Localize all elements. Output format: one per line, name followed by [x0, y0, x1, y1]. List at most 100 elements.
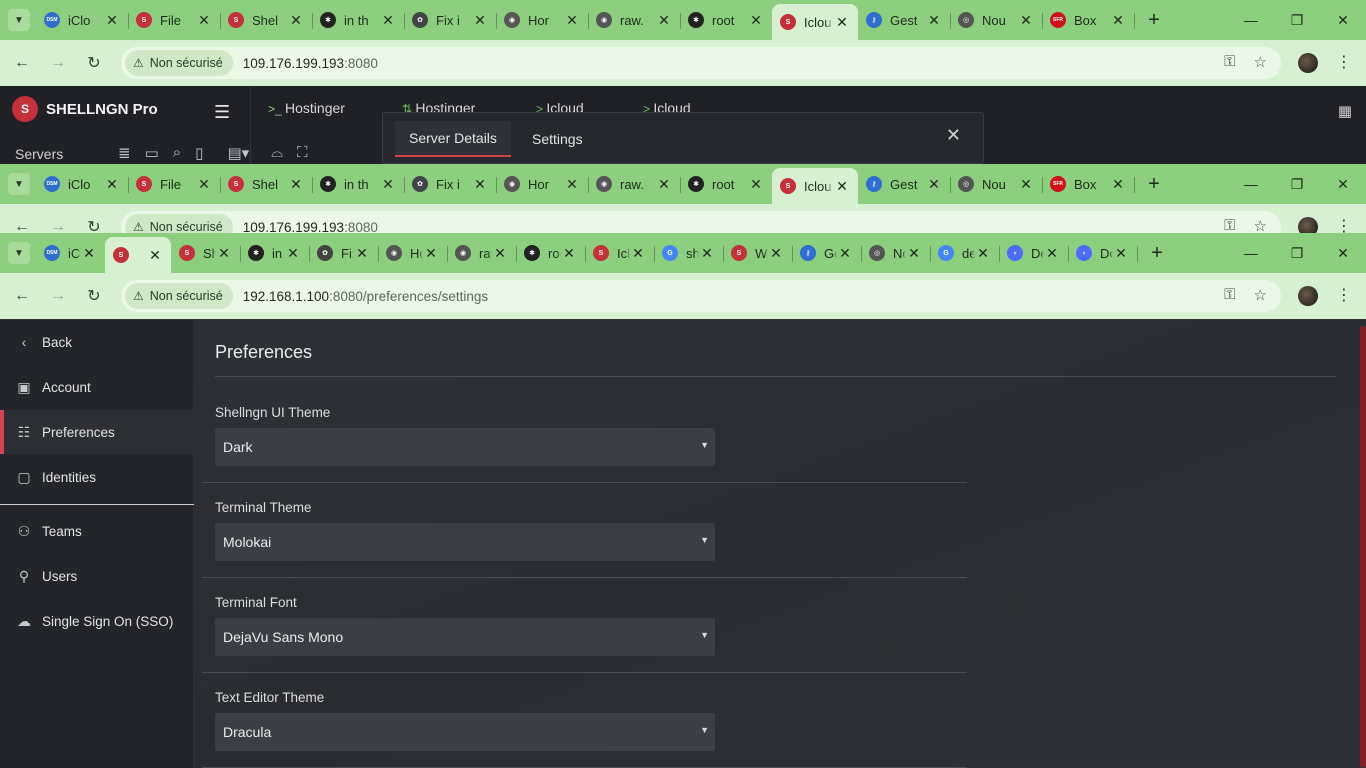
search-icon[interactable]: ⌕	[173, 144, 181, 162]
bookmark-star-icon[interactable]: ☆	[1254, 286, 1267, 304]
security-chip[interactable]: ⚠ Non sécurisé	[125, 214, 233, 234]
terminal-theme-select[interactable]: Molokai ▼	[215, 523, 715, 561]
bookmark-star-icon[interactable]: ☆	[1254, 53, 1267, 71]
tab-close-icon[interactable]: ✕	[1110, 12, 1126, 29]
tab-close-icon[interactable]: ✕	[561, 245, 577, 262]
back-arrow-icon[interactable]: ←	[4, 287, 40, 305]
tab-close-icon[interactable]: ✕	[837, 245, 853, 262]
grid-view-icon[interactable]: ▦	[1338, 102, 1352, 120]
tab-close-icon[interactable]: ✕	[656, 176, 672, 193]
tab-close-icon[interactable]: ✕	[1110, 176, 1126, 193]
tab-close-icon[interactable]: ✕	[492, 245, 508, 262]
browser-tab[interactable]: SShel✕	[171, 238, 241, 268]
browser-tab[interactable]: ✿Fix i✕	[404, 5, 497, 35]
tab-close-icon[interactable]: ✕	[472, 12, 488, 29]
browser-tab[interactable]: ✿Fix i✕	[309, 238, 379, 268]
browser-menu-icon[interactable]: ⋮	[1336, 285, 1352, 305]
back-arrow-icon[interactable]: ←	[4, 218, 40, 234]
browser-tab[interactable]: ⚷ Gest ✕	[858, 5, 951, 35]
profile-avatar[interactable]	[1298, 286, 1318, 306]
tab-close-icon[interactable]: ✕	[975, 245, 991, 262]
tab-close-icon[interactable]: ✕	[926, 12, 942, 29]
browser-tab[interactable]: ◉Hor✕	[378, 238, 448, 268]
close-window-icon[interactable]: ✕	[1320, 233, 1366, 273]
tab-close-icon[interactable]: ✕	[285, 245, 301, 262]
tab-close-icon[interactable]: ✕	[1044, 245, 1060, 262]
omnibox[interactable]: ⚠ Non sécurisé 192.168.1.100:8080/prefere…	[121, 280, 1281, 312]
tab-close-icon[interactable]: ✕	[748, 12, 764, 29]
tab-close-icon[interactable]: ✕	[288, 176, 304, 193]
tab-close-icon[interactable]: ✕	[472, 176, 488, 193]
key-icon[interactable]: ⚿	[1224, 286, 1235, 304]
tab-search-dropdown[interactable]: ▼	[8, 242, 30, 264]
tab-close-icon[interactable]: ✕	[288, 12, 304, 29]
browser-tab[interactable]: Gshel✕	[654, 238, 724, 268]
drive-icon[interactable]: ⌓	[271, 144, 283, 162]
tab-close-icon[interactable]: ✕	[564, 12, 580, 29]
url-text[interactable]: 109.176.199.193:8080	[243, 220, 378, 235]
browser-tab[interactable]: S File ✕	[128, 5, 221, 35]
browser-menu-icon[interactable]: ⋮	[1336, 52, 1352, 72]
browser-tab[interactable]: ◉Hor✕	[496, 5, 589, 35]
terminal-font-select[interactable]: DejaVu Sans Mono ▼	[215, 618, 715, 656]
browser-tab[interactable]: ◗ Deep✕	[1068, 238, 1138, 268]
browser-tab[interactable]: S Iclou✕	[585, 238, 655, 268]
browser-tab[interactable]: SShel✕	[220, 169, 313, 199]
close-window-icon[interactable]: ✕	[1320, 0, 1366, 40]
restore-icon[interactable]: ❐	[1274, 0, 1320, 40]
tab-close-icon[interactable]: ✕	[834, 178, 850, 195]
sidebar-item-preferences[interactable]: ☷ Preferences	[0, 410, 194, 454]
tab-close-icon[interactable]: ✕	[81, 245, 97, 262]
browser-tab[interactable]: ◉raw.✕	[588, 5, 681, 35]
tab-settings[interactable]: Settings	[518, 121, 597, 157]
browser-tab[interactable]: ✱root✕	[516, 238, 586, 268]
reload-icon[interactable]: ↻	[76, 53, 112, 73]
sidebar-item-users[interactable]: ⚲ Users	[0, 554, 194, 598]
browser-tab[interactable]: ◉raw.✕	[588, 169, 681, 199]
sidebar-item-teams[interactable]: ⚇ Teams	[0, 509, 194, 553]
tab-close-icon[interactable]: ✕	[354, 245, 370, 262]
security-chip[interactable]: ⚠ Non sécurisé	[125, 283, 233, 309]
app-tab-hostinger-1[interactable]: >_ Hostinger	[268, 100, 345, 116]
tab-close-icon[interactable]: ✕	[906, 245, 922, 262]
close-icon[interactable]: ✕	[946, 125, 961, 146]
tab-close-icon[interactable]: ✕	[380, 176, 396, 193]
tab-close-icon[interactable]: ✕	[196, 12, 212, 29]
tab-search-dropdown[interactable]: ▼	[8, 173, 30, 195]
browser-tab[interactable]: ✱in th✕	[312, 5, 405, 35]
browser-tab[interactable]: ✱root✕	[680, 169, 773, 199]
tab-close-icon[interactable]: ✕	[1113, 245, 1129, 262]
forward-arrow-icon[interactable]: →	[40, 287, 76, 305]
back-arrow-icon[interactable]: ←	[4, 54, 40, 72]
close-window-icon[interactable]: ✕	[1320, 164, 1366, 204]
tab-close-icon[interactable]: ✕	[196, 176, 212, 193]
profile-avatar[interactable]	[1298, 217, 1318, 234]
browser-tab[interactable]: ✱root✕	[680, 5, 773, 35]
sidebar-item-identities[interactable]: ▢ Identities	[0, 455, 194, 499]
omnibox[interactable]: ⚠ Non sécurisé 109.176.199.193:8080 ⚿ ☆	[121, 47, 1281, 79]
browser-tab[interactable]: ◉Hor✕	[496, 169, 589, 199]
browser-tab[interactable]: Gdeep✕	[930, 238, 1000, 268]
minimize-icon[interactable]: —	[1228, 0, 1274, 40]
new-tab-button[interactable]: +	[1143, 242, 1171, 265]
reload-icon[interactable]: ↻	[76, 217, 112, 234]
tab-close-icon[interactable]: ✕	[1018, 12, 1034, 29]
new-tab-button[interactable]: +	[1140, 173, 1168, 196]
page-scrollbar[interactable]	[1360, 326, 1366, 768]
browser-tab[interactable]: SFR Box ✕	[1042, 5, 1135, 35]
profile-avatar[interactable]	[1298, 53, 1318, 73]
browser-tab[interactable]: ⚷ Gest ✕	[858, 169, 951, 199]
browser-tab[interactable]: ✱in th✕	[240, 238, 310, 268]
tab-close-icon[interactable]: ✕	[104, 176, 120, 193]
tab-close-icon[interactable]: ✕	[104, 12, 120, 29]
security-chip[interactable]: ⚠ Non sécurisé	[125, 50, 233, 76]
new-tab-button[interactable]: +	[1140, 9, 1168, 32]
browser-tab[interactable]: DSM iClo✕	[36, 238, 106, 268]
tab-close-icon[interactable]: ✕	[926, 176, 942, 193]
key-icon[interactable]: ⚿	[1224, 53, 1235, 71]
sidebar-item-account[interactable]: ▣ Account	[0, 365, 194, 409]
database-icon[interactable]: ≣	[118, 144, 131, 162]
browser-tab[interactable]: SFR Box ✕	[1042, 169, 1135, 199]
browser-tab[interactable]: ◎ Nou✕	[861, 238, 931, 268]
browser-tab[interactable]: ◉raw.✕	[447, 238, 517, 268]
